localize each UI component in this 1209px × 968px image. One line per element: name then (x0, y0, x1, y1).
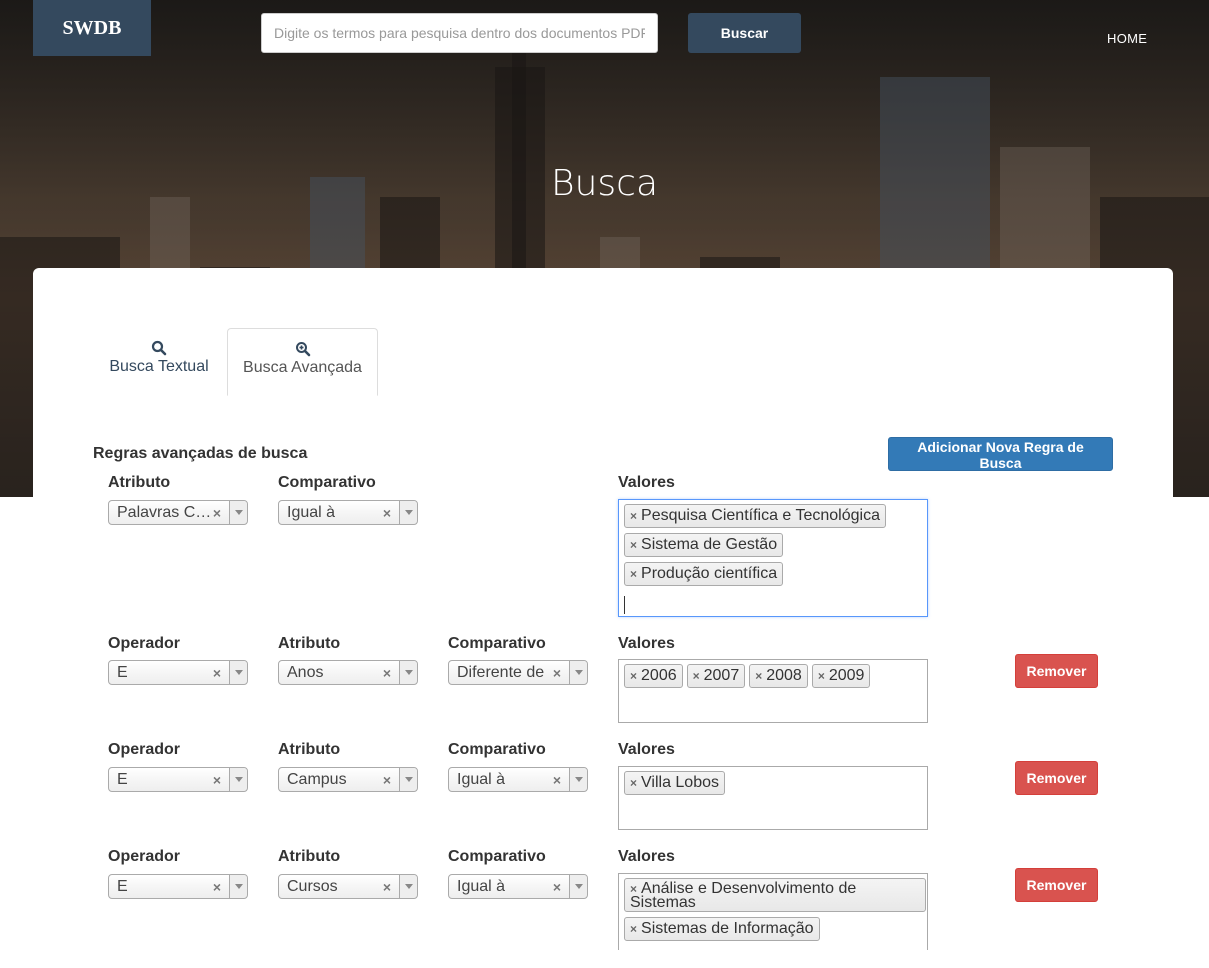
remove-rule-button[interactable]: Remover (1015, 761, 1098, 795)
value-chip: × Sistemas de Informação (624, 917, 820, 941)
remove-rule-button[interactable]: Remover (1015, 868, 1098, 902)
comparative-select[interactable]: Diferente de × (448, 660, 588, 685)
select-value: Anos (287, 664, 324, 681)
attribute-label: Atributo (278, 848, 341, 865)
attribute-select[interactable]: Palavras Ch... × (108, 500, 248, 525)
brand-logo[interactable]: SWDB (33, 0, 151, 56)
operator-select[interactable]: E × (108, 874, 248, 899)
add-rule-button[interactable]: Adicionar Nova Regra de Busca (888, 437, 1113, 471)
remove-chip-icon[interactable]: × (630, 669, 637, 683)
remove-chip-icon[interactable]: × (630, 776, 637, 790)
clear-icon[interactable]: × (383, 876, 391, 898)
values-label: Valores (618, 848, 675, 865)
attribute-label: Atributo (108, 474, 171, 491)
operator-label: Operador (108, 741, 181, 758)
attribute-select[interactable]: Campus × (278, 767, 418, 792)
values-multiselect[interactable]: × Pesquisa Científica e Tecnológica × Sist… (618, 499, 928, 617)
chevron-down-icon[interactable] (399, 768, 417, 791)
select-value: Igual à (457, 878, 506, 895)
comparative-label: Comparativo (278, 474, 376, 491)
clear-icon[interactable]: × (553, 769, 561, 791)
value-chip: × Sistema de Gestão (624, 533, 784, 557)
comparative-label: Comparativo (448, 741, 546, 758)
remove-chip-icon[interactable]: × (630, 922, 637, 936)
attribute-select[interactable]: Anos × (278, 660, 418, 685)
clear-icon[interactable]: × (553, 876, 561, 898)
values-label: Valores (618, 474, 675, 491)
value-chip: × 2008 (749, 664, 808, 688)
chevron-down-icon[interactable] (399, 875, 417, 898)
remove-chip-icon[interactable]: × (755, 669, 762, 683)
select-value: Palavras Ch... (117, 504, 212, 521)
chevron-down-icon[interactable] (399, 501, 417, 524)
tab-busca-textual[interactable]: Busca Textual (93, 328, 225, 396)
chevron-down-icon[interactable] (229, 875, 247, 898)
chevron-down-icon[interactable] (229, 661, 247, 684)
operator-select[interactable]: E × (108, 660, 248, 685)
clear-icon[interactable]: × (213, 502, 221, 524)
comparative-select[interactable]: Igual à × (448, 767, 588, 792)
clear-icon[interactable]: × (383, 769, 391, 791)
clear-icon[interactable]: × (213, 876, 221, 898)
select-value: Campus (287, 771, 347, 788)
select-value: Cursos (287, 878, 338, 895)
search-input[interactable] (261, 13, 658, 53)
values-multiselect[interactable]: × 2006 × 2007 × 2008 × 2009 (618, 659, 928, 723)
remove-rule-button[interactable]: Remover (1015, 654, 1098, 688)
text-caret[interactable] (624, 596, 625, 614)
zoom-in-icon (228, 341, 377, 359)
attribute-label: Atributo (278, 741, 341, 758)
select-value: E (117, 878, 128, 895)
select-value: Igual à (457, 771, 506, 788)
clear-icon[interactable]: × (383, 662, 391, 684)
value-chip: × Produção científica (624, 562, 784, 586)
remove-chip-icon[interactable]: × (693, 669, 700, 683)
chevron-down-icon[interactable] (569, 875, 587, 898)
chevron-down-icon[interactable] (569, 768, 587, 791)
clear-icon[interactable]: × (213, 662, 221, 684)
remove-chip-icon[interactable]: × (630, 509, 637, 523)
comparative-select[interactable]: Igual à × (278, 500, 418, 525)
tab-busca-avancada[interactable]: Busca Avançada (227, 328, 378, 396)
page-title: Busca (551, 163, 658, 204)
values-multiselect[interactable]: × Análise e Desenvolvimento de Sistemas ×… (618, 873, 928, 950)
remove-chip-icon[interactable]: × (630, 538, 637, 552)
values-multiselect[interactable]: × Villa Lobos (618, 766, 928, 830)
clear-icon[interactable]: × (213, 769, 221, 791)
remove-chip-icon[interactable]: × (818, 669, 825, 683)
search-icon (93, 340, 225, 358)
select-value: E (117, 771, 128, 788)
search-button[interactable]: Buscar (688, 13, 801, 53)
comparative-label: Comparativo (448, 848, 546, 865)
select-value: Diferente de (457, 664, 545, 681)
attribute-label: Atributo (278, 635, 341, 652)
section-title: Regras avançadas de busca (93, 445, 308, 462)
operator-label: Operador (108, 848, 181, 865)
nav-home-link[interactable]: HOME (1107, 31, 1147, 46)
chevron-down-icon[interactable] (229, 768, 247, 791)
comparative-select[interactable]: Igual à × (448, 874, 588, 899)
values-label: Valores (618, 741, 675, 758)
operator-label: Operador (108, 635, 181, 652)
chevron-down-icon[interactable] (569, 661, 587, 684)
value-chip: × 2007 (686, 664, 746, 688)
value-chip: × Pesquisa Científica e Tecnológica (624, 504, 886, 528)
select-value: Igual à (287, 504, 336, 521)
attribute-select[interactable]: Cursos × (278, 874, 418, 899)
select-value: E (117, 664, 128, 681)
clear-icon[interactable]: × (383, 502, 391, 524)
clear-icon[interactable]: × (553, 662, 561, 684)
remove-chip-icon[interactable]: × (630, 567, 637, 581)
values-label: Valores (618, 635, 675, 652)
chevron-down-icon[interactable] (399, 661, 417, 684)
comparative-label: Comparativo (448, 635, 546, 652)
operator-select[interactable]: E × (108, 767, 248, 792)
value-chip: × Villa Lobos (624, 771, 725, 795)
value-chip: × 2006 (624, 664, 683, 688)
value-chip: × 2009 (811, 664, 871, 688)
value-chip: × Análise e Desenvolvimento de Sistemas (624, 878, 926, 912)
tab-label: Busca Avançada (243, 359, 362, 376)
chevron-down-icon[interactable] (229, 501, 247, 524)
tab-label: Busca Textual (109, 358, 209, 375)
